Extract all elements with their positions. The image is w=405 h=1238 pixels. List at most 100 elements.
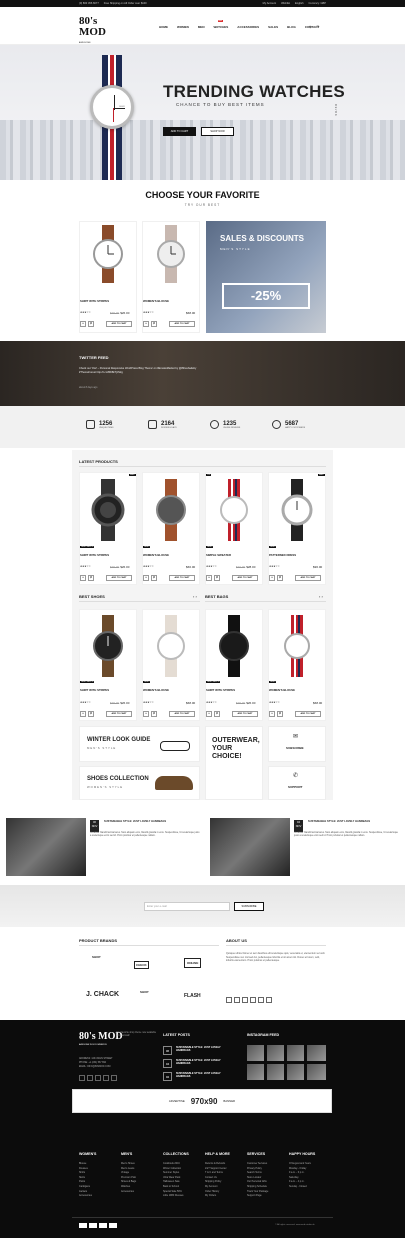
nav-home[interactable]: HOME [159, 25, 168, 29]
footer-link[interactable]: Shipping Schedule [247, 1185, 268, 1190]
pinterest-icon[interactable] [103, 1075, 109, 1081]
best-bags-arrows[interactable]: ‹ › [319, 594, 323, 599]
facebook-icon[interactable] [226, 997, 232, 1003]
product-name[interactable]: SHIRT WITH STRIPES [80, 553, 109, 557]
category-tag[interactable]: DEMO [206, 546, 214, 548]
nav-watches[interactable]: WATCHES HOT [214, 20, 228, 29]
nav-accessories[interactable]: ACCESSORIES [237, 25, 259, 29]
advertise-banner[interactable]: ADVERTISE 970x90 BANNER [72, 1089, 332, 1113]
product-name[interactable]: SHIRT WITH STRIPES [80, 688, 109, 692]
add-to-cart-button[interactable]: ADD TO CART [169, 711, 195, 717]
instagram-photo[interactable] [247, 1045, 264, 1061]
tweet-text[interactable]: Check out 'Owl' – Personal Responsive Wo… [79, 367, 204, 374]
blog-post-image[interactable] [6, 818, 86, 876]
instagram-photo[interactable] [287, 1045, 304, 1061]
product-name[interactable]: WOMEN'S BLOUSE [143, 299, 169, 303]
search-icon[interactable]: ⚲ [309, 25, 311, 29]
compare-icon[interactable]: ⇄ [214, 711, 220, 717]
product-image[interactable] [273, 614, 321, 678]
hero-slide-counter[interactable]: 03/04 [334, 104, 338, 117]
product-image[interactable] [84, 478, 132, 542]
facebook-icon[interactable] [79, 1075, 85, 1081]
wishlist-icon[interactable]: ♥ [80, 711, 86, 717]
product-image[interactable] [147, 478, 195, 542]
product-name[interactable]: WOMEN'S BLOUSE [143, 553, 169, 557]
instagram-icon[interactable] [111, 1075, 117, 1081]
product-image[interactable] [210, 478, 258, 542]
product-name[interactable]: SHIRT WITH STRIPES [206, 688, 235, 692]
category-tag[interactable]: DEMO [143, 681, 151, 683]
footer-link[interactable]: Support Page [247, 1194, 268, 1199]
compare-icon[interactable]: ⇄ [88, 575, 94, 581]
footer-link[interactable]: My Orders [205, 1194, 227, 1199]
brand-logo[interactable]: J. CHACK [86, 991, 119, 998]
footer-link[interactable]: Men's Shoes [121, 1162, 136, 1167]
instagram-photo[interactable] [307, 1064, 326, 1080]
footer-link[interactable]: Accessories [121, 1190, 136, 1195]
add-to-cart-button[interactable]: ADD TO CART [106, 575, 132, 581]
wishlist-icon[interactable]: ♥ [143, 711, 149, 717]
newsletter-subscribe-button[interactable]: SUBSCRIBE [234, 902, 264, 911]
wishlist-icon[interactable]: ♥ [206, 711, 212, 717]
hero-add-to-cart-button[interactable]: ADD TO CART [163, 127, 196, 136]
product-image[interactable] [84, 614, 132, 678]
product-image[interactable] [210, 614, 258, 678]
category-tag[interactable]: DEMO [269, 681, 277, 683]
add-to-cart-button[interactable]: ADD TO CART [106, 711, 132, 717]
newsletter-email-input[interactable]: Enter your e-mail [144, 902, 230, 911]
wishlist-icon[interactable]: ♥ [206, 575, 212, 581]
add-to-cart-button[interactable]: ADD TO CART [106, 321, 132, 327]
compare-icon[interactable]: ⇄ [277, 575, 283, 581]
product-image[interactable] [147, 614, 195, 678]
compare-icon[interactable]: ⇄ [88, 711, 94, 717]
add-to-cart-button[interactable]: ADD TO CART [169, 575, 195, 581]
hero-shop-now-button[interactable]: SHOP NOW [201, 127, 234, 136]
cart-icon[interactable]: ☰ [316, 25, 319, 29]
instagram-photo[interactable] [287, 1064, 304, 1080]
brand-logo[interactable]: SHOP [92, 955, 101, 959]
wishlist-icon[interactable]: ♥ [143, 321, 149, 327]
top-link-language[interactable]: English [295, 2, 304, 5]
instagram-photo[interactable] [247, 1064, 264, 1080]
twitter-icon[interactable] [234, 997, 240, 1003]
google-plus-icon[interactable] [242, 997, 248, 1003]
brand-logo[interactable]: FLASH [184, 993, 201, 999]
footer-link[interactable]: Accessories [79, 1194, 92, 1199]
wishlist-icon[interactable]: ♥ [80, 321, 86, 327]
pinterest-icon[interactable] [250, 997, 256, 1003]
product-image[interactable] [147, 224, 195, 284]
product-name[interactable]: WOMEN'S BLOUSE [143, 688, 169, 692]
top-link-wishlist[interactable]: Wishlist [281, 2, 290, 5]
add-to-cart-button[interactable]: ADD TO CART [232, 575, 258, 581]
compare-icon[interactable]: ⇄ [277, 711, 283, 717]
nav-men[interactable]: MEN [198, 25, 205, 29]
instagram-photo[interactable] [267, 1064, 284, 1080]
add-to-cart-button[interactable]: ADD TO CART [295, 575, 321, 581]
linkedin-icon[interactable] [266, 997, 272, 1003]
footer-post-title[interactable]: SUSTAINABLE STYLE: JUST LOVELY HANDBAGS [176, 1072, 234, 1078]
compare-icon[interactable]: ⇄ [214, 575, 220, 581]
wishlist-icon[interactable]: ♥ [80, 575, 86, 581]
category-tag[interactable]: DEMO [269, 546, 277, 548]
compare-icon[interactable]: ⇄ [151, 575, 157, 581]
compare-icon[interactable]: ⇄ [151, 711, 157, 717]
footer-link[interactable]: Little 1980 Dresses [163, 1194, 183, 1199]
product-name[interactable]: SHIRT WITH STRIPES [80, 299, 109, 303]
product-name[interactable]: SIMPLE SWEATER [206, 553, 231, 557]
instagram-photo[interactable] [267, 1045, 284, 1061]
instagram-icon[interactable] [258, 997, 264, 1003]
footer-post-title[interactable]: SUSTAINABLE STYLE: JUST LOVELY HANDBAGS [176, 1059, 234, 1065]
product-image[interactable] [273, 478, 321, 542]
footer-post-title[interactable]: SUSTAINABLE STYLE: JUST LOVELY HANDBAGS [176, 1046, 234, 1052]
nav-women[interactable]: WOMEN [177, 25, 189, 29]
blog-post-image[interactable] [210, 818, 290, 876]
wishlist-icon[interactable]: ♥ [269, 575, 275, 581]
wishlist-icon[interactable]: ♥ [269, 711, 275, 717]
compare-icon[interactable]: ⇄ [151, 321, 157, 327]
logo[interactable]: 80's MODAWESOME WOOCOMMERCE [79, 16, 107, 56]
top-link-account[interactable]: My Account [263, 2, 276, 5]
footer-email[interactable]: EMAIL: INFO@80SMOD.COM [79, 1065, 113, 1069]
add-to-cart-button[interactable]: ADD TO CART [232, 711, 258, 717]
nav-blog[interactable]: BLOG [287, 25, 296, 29]
twitter-icon[interactable] [87, 1075, 93, 1081]
